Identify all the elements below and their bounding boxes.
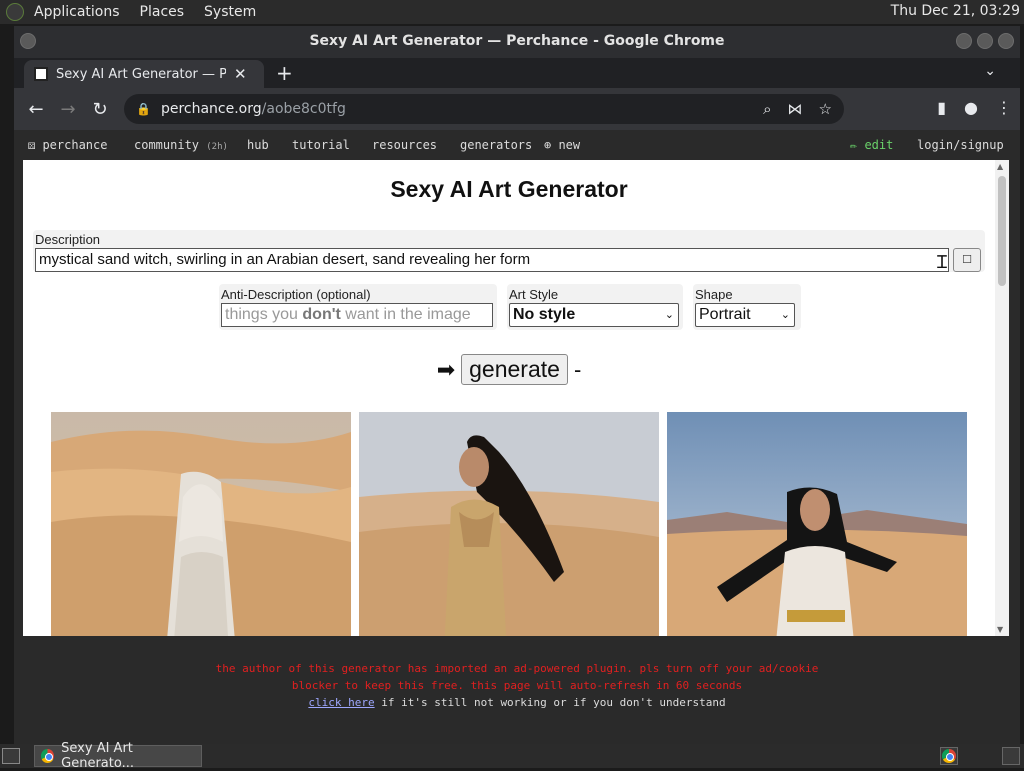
nav-login-signup[interactable]: login/signup <box>917 138 1004 152</box>
tab-close-icon[interactable]: ✕ <box>234 65 247 83</box>
taskbar-chrome-window[interactable]: Sexy AI Art Generato... <box>34 741 202 771</box>
shape-label: Shape <box>695 287 733 302</box>
side-panel-icon[interactable]: ▮ <box>937 98 946 117</box>
nav-community-badge: (2h) <box>206 142 228 152</box>
nav-hub[interactable]: hub <box>247 138 269 152</box>
nav-resources[interactable]: resources <box>372 138 437 152</box>
top-panel: Applications Places System Thu Dec 21, 0… <box>0 0 1024 24</box>
chevron-down-icon: ⌄ <box>664 309 674 321</box>
chrome-icon <box>942 749 956 763</box>
description-label: Description <box>35 232 101 247</box>
description-options-button[interactable]: ☐ <box>953 248 981 272</box>
site-info-icon[interactable]: 🔒 <box>136 102 151 116</box>
notice-line-2: blocker to keep this free. this page wil… <box>291 679 743 692</box>
taskbar-window-label: Sexy AI Art Generato... <box>61 741 134 771</box>
tab-strip: Sexy AI Art Generator — Perchance ✕ + ⌄ <box>14 58 1020 88</box>
chrome-menu-icon[interactable]: ⋮ <box>996 98 1012 117</box>
page-title: Sexy AI Art Generator <box>390 176 628 202</box>
notice-line-3: click here if it's still not working or … <box>14 694 1020 711</box>
bookmark-star-icon[interactable]: ☆ <box>819 100 832 118</box>
tray-chrome-icon[interactable] <box>940 747 958 765</box>
bottom-taskbar: Sexy AI Art Generato... <box>0 741 1024 771</box>
generate-suffix: - <box>573 357 582 382</box>
description-group: Description mystical sand witch, swirlin… <box>33 230 985 273</box>
anti-description-group: Anti-Description (optional) things you d… <box>219 284 497 330</box>
art-style-label: Art Style <box>509 287 559 302</box>
notice-line-3-text: if it's still not working or if you don'… <box>374 696 726 709</box>
nav-new[interactable]: ⊕ new <box>544 138 580 152</box>
window-titlebar[interactable]: Sexy AI Art Generator — Perchance - Goog… <box>14 26 1020 58</box>
shape-select[interactable]: Portrait ⌄ <box>695 303 795 327</box>
generate-row: ➡ generate - <box>23 354 995 385</box>
back-icon[interactable]: ← <box>20 99 52 120</box>
address-bar[interactable]: 🔒 perchance.org /aobe8c0tfg ⌕ ⋈ ☆ <box>124 94 844 124</box>
anti-placeholder-bold: don't <box>302 306 341 323</box>
result-image-2[interactable] <box>359 412 659 636</box>
maximize-icon[interactable] <box>977 33 993 49</box>
art-style-group: Art Style No style ⌄ <box>507 284 683 330</box>
perchance-nav: ⚄ perchance community (2h) hub tutorial … <box>14 130 1020 160</box>
chevron-down-icon: ⌄ <box>780 309 790 321</box>
nav-generators[interactable]: generators <box>460 138 532 152</box>
click-here-link[interactable]: click here <box>308 696 374 709</box>
nav-edit[interactable]: ✏ edit <box>850 138 893 152</box>
page-scrollbar[interactable]: ▲ ▼ <box>995 160 1009 636</box>
shape-value: Portrait <box>699 306 751 323</box>
chrome-icon <box>41 749 55 763</box>
generator-frame: Sexy AI Art Generator Description mystic… <box>23 160 1009 636</box>
minimize-icon[interactable] <box>956 33 972 49</box>
arrow-right-icon: ➡ <box>436 357 456 382</box>
art-style-select[interactable]: No style ⌄ <box>509 303 679 327</box>
forward-icon[interactable]: → <box>52 99 84 120</box>
art-style-value: No style <box>513 306 576 323</box>
share-icon[interactable]: ⋈ <box>788 100 803 118</box>
tab-active[interactable]: Sexy AI Art Generator — Perchance ✕ <box>24 60 264 88</box>
perchance-favicon-icon <box>34 67 48 81</box>
scroll-thumb[interactable] <box>998 176 1006 286</box>
profile-icon[interactable]: ● <box>964 98 978 117</box>
tab-title: Sexy AI Art Generator — Perchance <box>56 66 226 82</box>
applications-menu[interactable]: Applications <box>34 4 120 20</box>
adblock-notice: the author of this generator has importe… <box>14 660 1020 711</box>
nav-tutorial[interactable]: tutorial <box>292 138 350 152</box>
scroll-down-icon[interactable]: ▼ <box>997 625 1003 634</box>
places-menu[interactable]: Places <box>140 4 185 20</box>
anti-description-input[interactable]: things you don't want in the image <box>221 303 493 327</box>
new-tab-button[interactable]: + <box>276 61 293 85</box>
workspace-switcher[interactable] <box>1002 747 1020 765</box>
reload-icon[interactable]: ↻ <box>84 99 116 120</box>
url-host: perchance.org <box>160 101 262 117</box>
description-input[interactable]: mystical sand witch, swirling in an Arab… <box>35 248 949 272</box>
gnome-foot-icon[interactable] <box>6 3 24 21</box>
window-menu-icon[interactable] <box>20 33 36 49</box>
shape-group: Shape Portrait ⌄ <box>693 284 801 330</box>
nav-community-label: community <box>134 138 200 152</box>
zoom-search-icon[interactable]: ⌕ <box>763 100 771 118</box>
chrome-window: Sexy AI Art Generator — Perchance - Goog… <box>14 26 1020 744</box>
clock[interactable]: Thu Dec 21, 03:29 <box>891 3 1020 19</box>
notice-line-1: the author of this generator has importe… <box>215 662 819 675</box>
close-window-icon[interactable] <box>998 33 1014 49</box>
tab-search-chevron-icon[interactable]: ⌄ <box>984 63 996 79</box>
result-image-1[interactable] <box>51 412 351 636</box>
url-path: /aobe8c0tfg <box>261 101 346 117</box>
browser-toolbar: ← → ↻ 🔒 perchance.org /aobe8c0tfg ⌕ ⋈ ☆ … <box>14 88 1020 130</box>
system-menu[interactable]: System <box>204 4 256 20</box>
window-title: Sexy AI Art Generator — Perchance - Goog… <box>309 33 725 49</box>
nav-community[interactable]: community (2h) <box>134 138 228 152</box>
anti-placeholder-post: want in the image <box>340 306 471 323</box>
nav-perchance-logo[interactable]: ⚄ perchance <box>28 138 107 152</box>
scroll-up-icon[interactable]: ▲ <box>997 162 1003 171</box>
anti-description-label: Anti-Description (optional) <box>221 287 371 302</box>
generate-button[interactable]: generate <box>461 354 568 385</box>
anti-placeholder-pre: things you <box>225 306 303 323</box>
text-cursor-icon: Ɪ <box>937 252 948 273</box>
result-image-3[interactable] <box>667 412 967 636</box>
page-viewport: ⚄ perchance community (2h) hub tutorial … <box>14 130 1020 744</box>
show-desktop-icon[interactable] <box>2 748 20 764</box>
